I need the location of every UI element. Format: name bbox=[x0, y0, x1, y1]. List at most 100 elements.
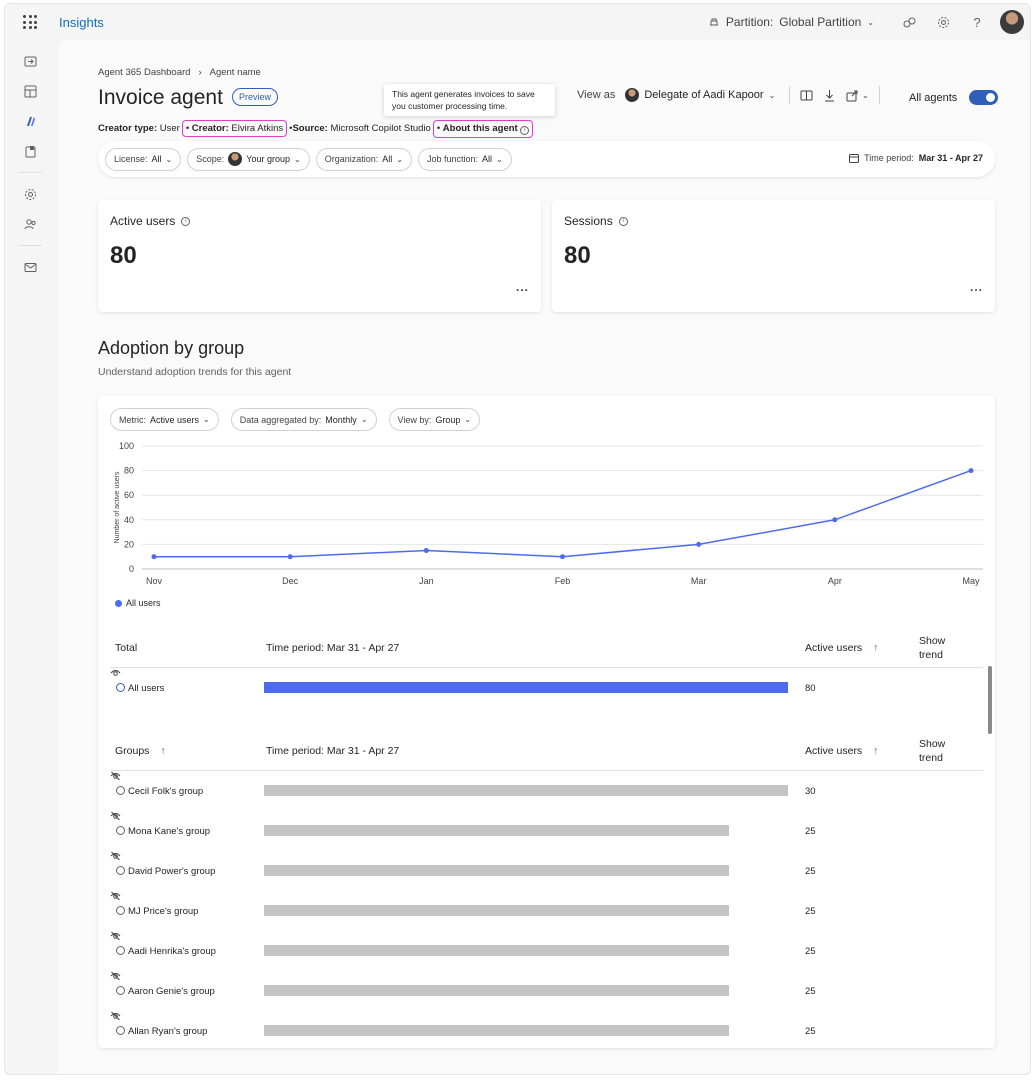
info-icon[interactable]: i bbox=[618, 216, 628, 226]
chevron-down-icon: ⌄ bbox=[867, 17, 874, 27]
chart-filters: Metric: Active users ⌄ Data aggregated b… bbox=[110, 408, 481, 431]
table-row[interactable]: Mona Kane's group 25 bbox=[110, 811, 983, 851]
all-agents-toggle[interactable] bbox=[969, 90, 999, 105]
filter-job-function[interactable]: Job function: All ⌄ bbox=[417, 147, 512, 171]
chevron-down-icon: ⌄ bbox=[396, 154, 403, 164]
more-options-button[interactable]: ... bbox=[970, 280, 983, 294]
row-bar bbox=[264, 1025, 729, 1036]
breadcrumb-item-dashboard[interactable]: Agent 365 Dashboard bbox=[98, 67, 190, 78]
filter-license[interactable]: License: All ⌄ bbox=[105, 147, 182, 171]
partition-selector[interactable]: Partition: Global Partition ⌄ bbox=[708, 15, 874, 29]
row-value: 25 bbox=[805, 826, 816, 837]
row-bar bbox=[264, 905, 729, 916]
sort-arrow-icon: ↑ bbox=[160, 745, 166, 757]
eye-off-icon[interactable] bbox=[110, 851, 121, 861]
total-row[interactable]: All users 80 bbox=[110, 668, 983, 708]
table-row[interactable]: Aaron Genie's group 25 bbox=[110, 971, 983, 1011]
scrollbar[interactable] bbox=[988, 666, 992, 734]
row-label: Aaron Genie's group bbox=[128, 986, 215, 997]
eye-off-icon[interactable] bbox=[110, 891, 121, 901]
table-row[interactable]: MJ Price's group 25 bbox=[110, 891, 983, 931]
info-icon[interactable]: i bbox=[181, 216, 191, 226]
settings-button[interactable] bbox=[926, 4, 960, 40]
row-radio[interactable] bbox=[116, 986, 125, 995]
eye-off-icon[interactable] bbox=[110, 1011, 121, 1021]
share-icon bbox=[846, 90, 858, 101]
filter-key: Organization: bbox=[324, 154, 379, 164]
view-as-person[interactable]: Delegate of Aadi Kapoor ⌄ bbox=[625, 88, 775, 102]
help-button[interactable]: ? bbox=[960, 4, 994, 40]
share-button[interactable]: ⌄ bbox=[846, 89, 869, 102]
user-avatar[interactable] bbox=[1000, 10, 1024, 34]
creator-highlight[interactable]: • Creator: Elvira Atkins bbox=[181, 120, 288, 138]
col-active-users[interactable]: Active users ↑ bbox=[805, 642, 878, 654]
row-radio[interactable] bbox=[116, 946, 125, 955]
y-tick-label: 100 bbox=[119, 441, 134, 451]
dashboard-icon bbox=[24, 56, 36, 66]
side-rail bbox=[5, 40, 55, 690]
rail-item-mail[interactable] bbox=[5, 252, 55, 282]
eye-off-icon[interactable] bbox=[110, 971, 121, 981]
view-as-selector[interactable]: View as Delegate of Aadi Kapoor ⌄ bbox=[577, 88, 775, 102]
creator-value: Elvira Atkins bbox=[231, 123, 284, 135]
partition-value: Global Partition bbox=[779, 15, 862, 29]
row-bar bbox=[264, 865, 729, 876]
sort-arrow-icon: ↑ bbox=[873, 642, 879, 654]
person-avatar bbox=[625, 88, 640, 102]
rail-divider bbox=[18, 245, 42, 246]
data-point bbox=[423, 548, 429, 554]
eye-off-icon[interactable] bbox=[110, 931, 121, 941]
link-button[interactable] bbox=[892, 4, 926, 40]
card-title-text: Active users bbox=[110, 214, 176, 228]
table-row[interactable]: Cecil Folk's group 30 bbox=[110, 771, 983, 811]
row-radio[interactable] bbox=[116, 1026, 125, 1035]
sort-arrow-icon: ↑ bbox=[873, 745, 879, 757]
row-radio[interactable] bbox=[116, 826, 125, 835]
row-radio[interactable] bbox=[116, 866, 125, 875]
row-label: All users bbox=[128, 683, 165, 694]
x-tick-label: May bbox=[962, 576, 980, 586]
rail-item-people[interactable] bbox=[5, 209, 55, 239]
row-radio[interactable] bbox=[116, 906, 125, 915]
page-title: Invoice agent bbox=[98, 86, 223, 109]
filter-scope[interactable]: Scope: Your group ⌄ bbox=[187, 147, 310, 171]
mail-icon bbox=[24, 262, 36, 272]
rail-item-copilot[interactable] bbox=[5, 106, 55, 136]
eye-icon[interactable] bbox=[110, 668, 121, 678]
sessions-card: Sessions i 80 ... bbox=[552, 200, 995, 312]
compare-icon[interactable] bbox=[800, 89, 813, 102]
source-label: Source: bbox=[292, 123, 328, 135]
y-axis-label: Number of active users bbox=[114, 471, 121, 543]
table-row[interactable]: Aadi Henrika's group 25 bbox=[110, 931, 983, 971]
eye-off-icon[interactable] bbox=[110, 771, 121, 781]
time-period[interactable]: Time period: Mar 31 - Apr 27 bbox=[849, 153, 983, 163]
chevron-down-icon: ⌄ bbox=[203, 415, 210, 424]
card-title: Sessions i bbox=[564, 214, 628, 228]
col-active-users[interactable]: Active users ↑ bbox=[805, 745, 878, 757]
app-title[interactable]: Insights bbox=[59, 15, 104, 30]
link-icon bbox=[903, 17, 915, 27]
eye-off-icon[interactable] bbox=[110, 811, 121, 821]
row-value: 25 bbox=[805, 1026, 816, 1037]
download-icon[interactable] bbox=[823, 89, 836, 102]
col-groups[interactable]: Groups ↑ bbox=[115, 745, 166, 757]
chevron-down-icon: ⌄ bbox=[360, 415, 368, 424]
rail-item-reports[interactable] bbox=[5, 76, 55, 106]
filter-value: Active users bbox=[150, 414, 200, 425]
row-radio[interactable] bbox=[116, 683, 125, 692]
row-radio[interactable] bbox=[116, 786, 125, 795]
rail-item-agents[interactable] bbox=[5, 136, 55, 166]
rail-item-settings[interactable] bbox=[5, 179, 55, 209]
view-by-dropdown[interactable]: View by: Group ⌄ bbox=[388, 408, 481, 431]
data-point bbox=[968, 468, 974, 474]
app-launcher-button[interactable] bbox=[5, 4, 55, 40]
table-row[interactable]: Allan Ryan's group 25 bbox=[110, 1011, 983, 1051]
about-agent-link[interactable]: • About this agent i bbox=[432, 120, 534, 138]
metric-dropdown[interactable]: Metric: Active users ⌄ bbox=[110, 408, 219, 431]
rail-item-home[interactable] bbox=[5, 46, 55, 76]
more-options-button[interactable]: ... bbox=[516, 280, 529, 294]
aggregation-dropdown[interactable]: Data aggregated by: Monthly ⌄ bbox=[230, 408, 377, 431]
filter-organization[interactable]: Organization: All ⌄ bbox=[315, 147, 412, 171]
toolbar-divider bbox=[789, 86, 790, 104]
table-row[interactable]: David Power's group 25 bbox=[110, 851, 983, 891]
